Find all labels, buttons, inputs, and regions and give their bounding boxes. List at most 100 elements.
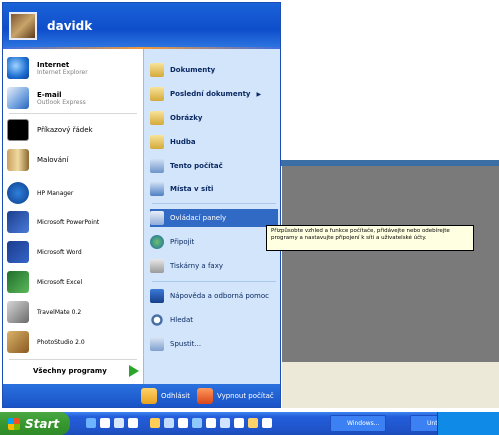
place-label: Tiskárny a faxy [170, 262, 223, 270]
background-app-area [280, 0, 499, 160]
place-help[interactable]: Nápověda a odborná pomoc [150, 287, 278, 305]
place-control-panel[interactable]: Ovládací panely [150, 209, 278, 227]
quicklaunch-media-icon[interactable] [114, 418, 124, 428]
place-label: Místa v síti [170, 185, 214, 193]
recent-item-label: Microsoft PowerPoint [37, 218, 100, 226]
recent-item-command-prompt[interactable]: Příkazový řádek [7, 119, 93, 141]
recent-item-excel[interactable]: Microsoft Excel [7, 271, 82, 293]
recent-item-label: HP Manager [37, 189, 74, 197]
pinned-item-email[interactable]: E-mail Outlook Express [7, 87, 86, 109]
place-label: Dokumenty [170, 66, 216, 74]
excel-icon [7, 271, 29, 293]
place-run[interactable]: Spustit... [150, 335, 278, 353]
place-label: Tento počítač [170, 162, 223, 170]
start-menu-footer: Odhlásit Vypnout počítač [3, 384, 280, 407]
user-name: davidk [47, 19, 93, 33]
recent-item-photostudio[interactable]: PhotoStudio 2.0 [7, 331, 85, 353]
place-search[interactable]: Hledat [150, 311, 278, 329]
pinned-item-title: E-mail [37, 90, 62, 99]
recent-item-label: TravelMate 0.2 [37, 308, 82, 316]
place-pictures[interactable]: Obrázky [150, 109, 278, 127]
place-label: Obrázky [170, 114, 203, 122]
run-icon [150, 337, 164, 351]
quicklaunch-app-icon[interactable] [234, 418, 244, 428]
all-programs-label: Všechny programy [33, 367, 107, 375]
quicklaunch-app-icon[interactable] [248, 418, 258, 428]
search-icon [150, 313, 164, 327]
place-music[interactable]: Hudba [150, 133, 278, 151]
recent-item-powerpoint[interactable]: Microsoft PowerPoint [7, 211, 99, 233]
place-my-computer[interactable]: Tento počítač [150, 157, 278, 175]
start-menu-places-column: Dokumenty Poslední dokumenty ▶ Obrázky H… [143, 49, 280, 384]
logoff-button[interactable]: Odhlásit [141, 388, 190, 404]
quicklaunch-app-icon[interactable] [192, 418, 202, 428]
travelmate-icon [7, 301, 29, 323]
all-programs-button[interactable]: Všechny programy [33, 365, 139, 377]
quicklaunch-app-icon[interactable] [262, 418, 272, 428]
help-icon [150, 289, 164, 303]
start-label: Start [25, 416, 60, 431]
user-avatar[interactable] [9, 12, 37, 40]
photostudio-icon [7, 331, 29, 353]
start-button[interactable]: Start [0, 412, 70, 435]
quicklaunch-app-icon[interactable] [206, 418, 216, 428]
place-recent-documents[interactable]: Poslední dokumenty ▶ [150, 85, 278, 103]
background-status-panel [282, 362, 499, 408]
background-window [282, 166, 499, 362]
start-menu-programs-column: Internet Internet Explorer E-mail Outlook … [3, 49, 143, 384]
quicklaunch-app-icon[interactable] [178, 418, 188, 428]
place-documents[interactable]: Dokumenty [150, 61, 278, 79]
place-label: Ovládací panely [170, 214, 227, 222]
place-label: Připojit [170, 238, 195, 246]
place-label: Nápověda a odborná pomoc [170, 292, 270, 300]
green-arrow-icon [128, 365, 139, 377]
powerpoint-icon [7, 211, 29, 233]
recent-item-paint[interactable]: Malování [7, 149, 68, 171]
place-label: Spustit... [170, 340, 202, 348]
place-network[interactable]: Místa v síti [150, 180, 278, 198]
place-label: Poslední dokumenty [170, 90, 251, 98]
quicklaunch-ie-icon[interactable] [86, 418, 96, 428]
taskbar-window-button[interactable]: Windows... [330, 415, 386, 432]
paint-icon [7, 149, 29, 171]
control-panel-tooltip: Přizpůsobte vzhled a funkce počítače, př… [266, 225, 474, 251]
pictures-folder-icon [150, 111, 164, 125]
pinned-item-internet[interactable]: Internet Internet Explorer [7, 57, 88, 79]
recent-item-label: Microsoft Word [37, 248, 82, 256]
places-separator [152, 203, 276, 204]
recent-item-label: Malování [37, 156, 69, 164]
submenu-arrow-icon: ▶ [256, 90, 262, 98]
quicklaunch-app-icon[interactable] [128, 418, 138, 428]
place-printers[interactable]: Tiskárny a faxy [150, 257, 278, 275]
places-separator [152, 281, 276, 282]
my-computer-icon [150, 159, 164, 173]
quicklaunch-app-icon[interactable] [164, 418, 174, 428]
quicklaunch-desktop-icon[interactable] [100, 418, 110, 428]
recent-item-word[interactable]: Microsoft Word [7, 241, 82, 263]
quicklaunch-app-icon[interactable] [220, 418, 230, 428]
place-label: Hledat [170, 316, 193, 324]
place-connect[interactable]: Připojit [150, 233, 278, 251]
pinned-separator [9, 113, 137, 114]
control-panel-icon [150, 211, 164, 225]
place-label: Hudba [170, 138, 196, 146]
pinned-item-subtitle: Internet Explorer [37, 68, 88, 76]
start-menu: davidk Internet Internet Explorer E-mail O… [2, 2, 281, 408]
recent-item-travelmate[interactable]: TravelMate 0.2 [7, 301, 81, 323]
taskbar: Start Windows... Untitl... [0, 412, 499, 435]
all-programs-separator [9, 359, 137, 360]
shutdown-button[interactable]: Vypnout počítač [197, 388, 274, 404]
quicklaunch-folder-icon[interactable] [150, 418, 160, 428]
recent-item-label: Příkazový řádek [37, 126, 93, 134]
recent-item-label: PhotoStudio 2.0 [37, 338, 85, 346]
shutdown-label: Vypnout počítač [217, 392, 274, 400]
recent-item-label: Microsoft Excel [37, 278, 83, 286]
system-tray [437, 412, 499, 435]
start-menu-header: davidk [3, 3, 280, 47]
pinned-item-title: Internet [37, 60, 70, 69]
recent-item-hp-manager[interactable]: HP Manager [7, 182, 73, 204]
documents-folder-icon [150, 63, 164, 77]
pinned-item-subtitle: Outlook Express [37, 98, 86, 106]
word-icon [7, 241, 29, 263]
connect-icon [150, 235, 164, 249]
